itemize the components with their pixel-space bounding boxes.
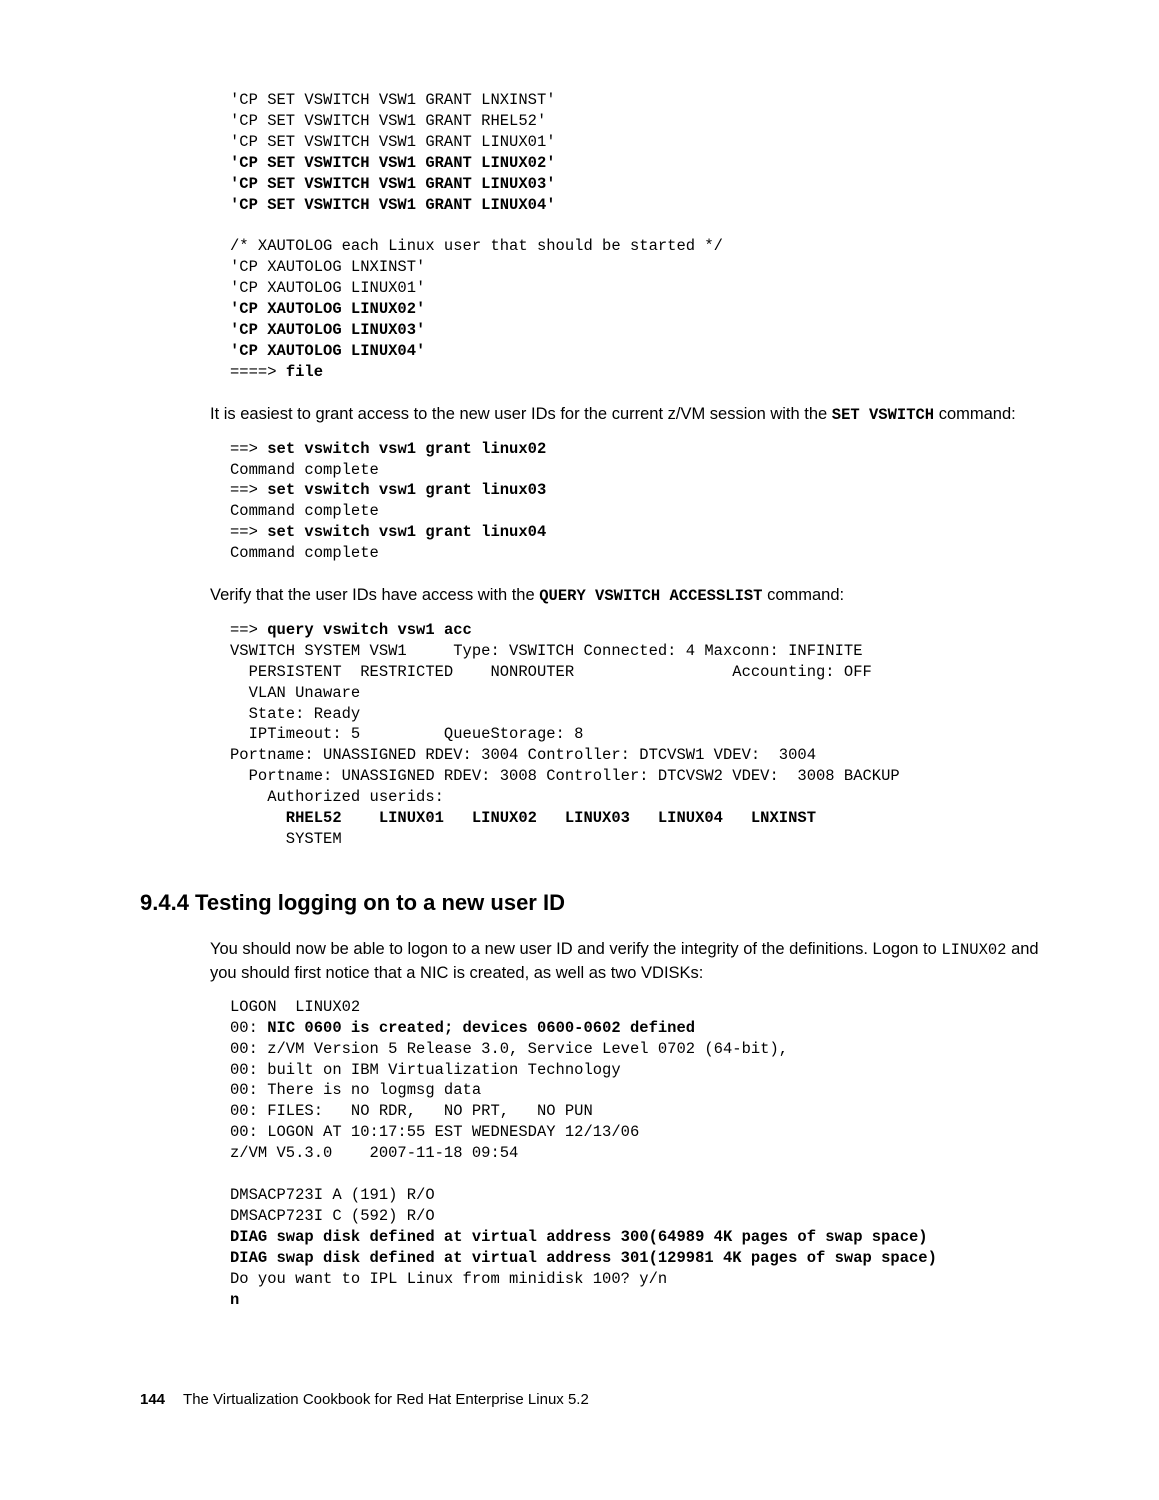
code-line: 'CP XAUTOLOG LINUX01' [230,279,425,297]
code-block-query-vswitch: ==> query vswitch vsw1 acc VSWITCH SYSTE… [230,620,1049,850]
section-heading: 9.4.4 Testing logging on to a new user I… [140,890,1049,916]
code-line: z/VM V5.3.0 2007-11-18 09:54 [230,1144,518,1162]
code-line: 'CP XAUTOLOG LINUX02' [230,300,425,318]
code-line: 'CP SET VSWITCH VSW1 GRANT LINUX03' [230,175,556,193]
code-line: ====> [230,363,286,381]
code-line: PERSISTENT RESTRICTED NONROUTER Accounti… [230,663,872,681]
code-line: n [230,1291,239,1309]
code-line: /* XAUTOLOG each Linux user that should … [230,237,723,255]
code-line: ==> [230,481,267,499]
code-line: 'CP SET VSWITCH VSW1 GRANT LINUX02' [230,154,556,172]
code-line: ==> [230,440,267,458]
code-line: 00: [230,1019,267,1037]
code-line: 00: FILES: NO RDR, NO PRT, NO PUN [230,1102,593,1120]
book-title: The Virtualization Cookbook for Red Hat … [183,1391,589,1408]
page-footer: 144 The Virtualization Cookbook for Red H… [140,1391,1049,1408]
code-line: 'CP XAUTOLOG LINUX03' [230,321,425,339]
code-line: 'CP SET VSWITCH VSW1 GRANT LNXINST' [230,91,556,109]
code-line: set vswitch vsw1 grant linux04 [267,523,546,541]
code-line: 00: LOGON AT 10:17:55 EST WEDNESDAY 12/1… [230,1123,639,1141]
page-number: 144 [140,1391,165,1408]
code-line: SYSTEM [230,830,342,848]
code-line: ==> [230,621,267,639]
code-block-logon: LOGON LINUX02 00: NIC 0600 is created; d… [230,997,1049,1311]
code-line: 00: There is no logmsg data [230,1081,481,1099]
code-line: RHEL52 LINUX01 LINUX02 LINUX03 LINUX04 L… [230,809,816,827]
code-line: set vswitch vsw1 grant linux02 [267,440,546,458]
paragraph: It is easiest to grant access to the new… [210,403,1049,427]
code-line: 00: z/VM Version 5 Release 3.0, Service … [230,1040,788,1058]
code-line: Command complete [230,461,379,479]
code-line: 'CP SET VSWITCH VSW1 GRANT LINUX01' [230,133,556,151]
code-line: DIAG swap disk defined at virtual addres… [230,1249,937,1267]
code-line: 00: built on IBM Virtualization Technolo… [230,1061,621,1079]
code-line: Portname: UNASSIGNED RDEV: 3008 Controll… [230,767,900,785]
code-line: Command complete [230,502,379,520]
code-line: LOGON LINUX02 [230,998,360,1016]
code-line: IPTimeout: 5 QueueStorage: 8 [230,725,583,743]
code-block-profile-exec: 'CP SET VSWITCH VSW1 GRANT LNXINST' 'CP … [230,90,1049,383]
code-line: file [286,363,323,381]
code-line: NIC 0600 is created; devices 0600-0602 d… [267,1019,695,1037]
code-line: Authorized userids: [230,788,444,806]
code-line: ==> [230,523,267,541]
paragraph: Verify that the user IDs have access wit… [210,584,1049,608]
code-line: 'CP XAUTOLOG LINUX04' [230,342,425,360]
code-line: VLAN Unaware [230,684,360,702]
code-line: Portname: UNASSIGNED RDEV: 3004 Controll… [230,746,816,764]
code-line: DIAG swap disk defined at virtual addres… [230,1228,928,1246]
code-line: State: Ready [230,705,360,723]
code-line: query vswitch vsw1 acc [267,621,472,639]
code-line: 'CP SET VSWITCH VSW1 GRANT LINUX04' [230,196,556,214]
code-line: DMSACP723I A (191) R/O [230,1186,435,1204]
code-line: DMSACP723I C (592) R/O [230,1207,435,1225]
code-line: VSWITCH SYSTEM VSW1 Type: VSWITCH Connec… [230,642,863,660]
paragraph: You should now be able to logon to a new… [210,938,1049,985]
code-block-set-vswitch: ==> set vswitch vsw1 grant linux02 Comma… [230,439,1049,565]
code-line: Do you want to IPL Linux from minidisk 1… [230,1270,667,1288]
code-line: 'CP XAUTOLOG LNXINST' [230,258,425,276]
code-line: Command complete [230,544,379,562]
code-line: 'CP SET VSWITCH VSW1 GRANT RHEL52' [230,112,546,130]
code-line: set vswitch vsw1 grant linux03 [267,481,546,499]
page-content: 'CP SET VSWITCH VSW1 GRANT LNXINST' 'CP … [0,0,1159,1458]
